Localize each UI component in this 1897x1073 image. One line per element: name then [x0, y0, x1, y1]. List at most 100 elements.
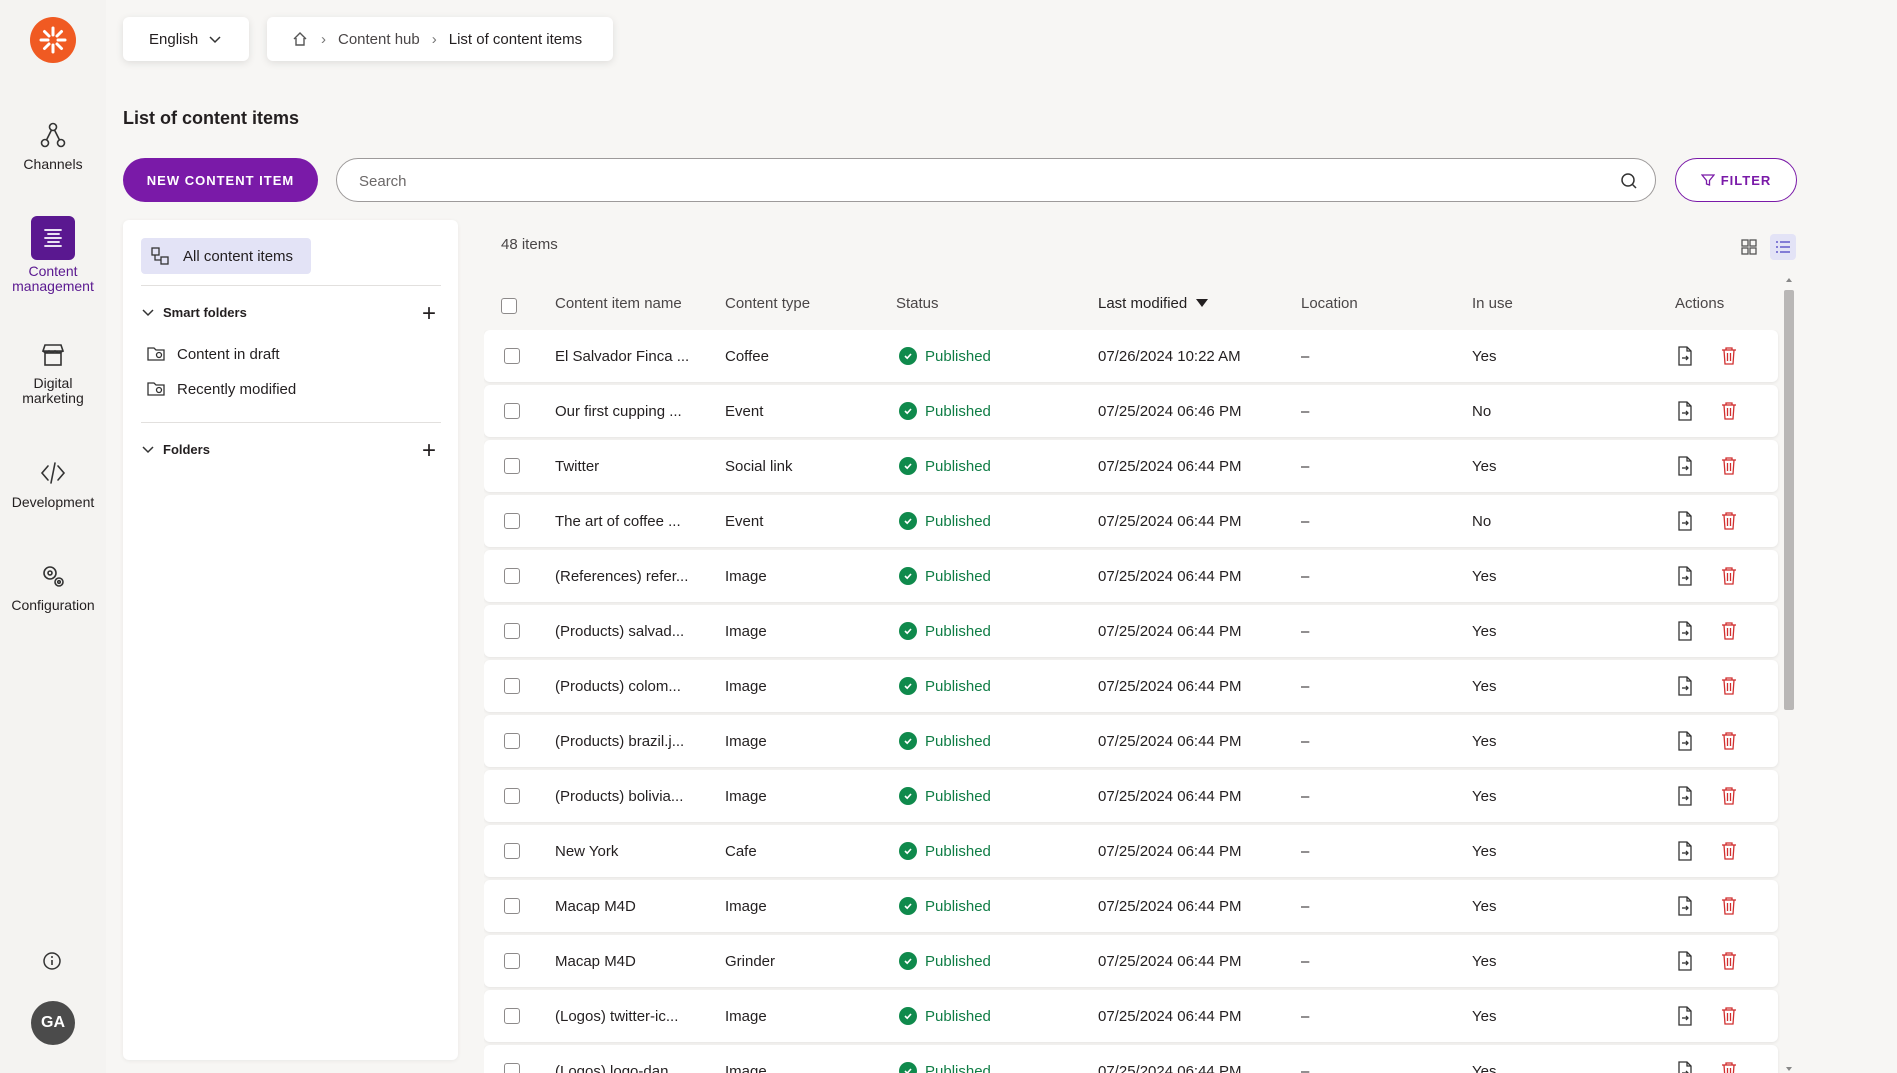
- delete-button[interactable]: [1721, 770, 1737, 822]
- nav-item-digital-marketing[interactable]: Digital marketing: [0, 340, 106, 406]
- table-row[interactable]: (Products) bolivia... Image Published 07…: [484, 770, 1778, 822]
- column-header-in-use[interactable]: In use: [1472, 290, 1513, 316]
- add-smart-folder-button[interactable]: +: [422, 302, 436, 326]
- select-all-checkbox[interactable]: [501, 293, 517, 319]
- table-row[interactable]: Twitter Social link Published 07/25/2024…: [484, 440, 1778, 492]
- all-content-items[interactable]: All content items: [141, 238, 311, 274]
- search-icon[interactable]: [1619, 171, 1639, 191]
- breadcrumb-content-hub[interactable]: Content hub: [338, 31, 420, 48]
- column-header-location[interactable]: Location: [1301, 290, 1358, 316]
- delete-button[interactable]: [1721, 935, 1737, 987]
- row-checkbox[interactable]: [504, 825, 520, 877]
- table-row[interactable]: (Logos) twitter-ic... Image Published 07…: [484, 990, 1778, 1042]
- language-selector[interactable]: English: [123, 17, 249, 61]
- scrollbar-thumb[interactable]: [1784, 290, 1794, 710]
- scroll-up-icon[interactable]: [1784, 276, 1794, 284]
- table-row[interactable]: (Logos) logo-dan... Image Published 07/2…: [484, 1045, 1778, 1073]
- scroll-down-icon[interactable]: [1784, 1065, 1794, 1073]
- table-row[interactable]: (Products) brazil.j... Image Published 0…: [484, 715, 1778, 767]
- item-name[interactable]: (Products) salvad...: [555, 605, 684, 657]
- table-scrollbar[interactable]: [1784, 276, 1794, 1073]
- row-checkbox[interactable]: [504, 605, 520, 657]
- add-folder-button[interactable]: +: [422, 439, 436, 463]
- view-usage-button[interactable]: [1676, 825, 1694, 877]
- list-view-button[interactable]: [1770, 234, 1796, 260]
- column-header-type[interactable]: Content type: [725, 290, 810, 316]
- delete-button[interactable]: [1721, 330, 1737, 382]
- item-name[interactable]: Macap M4D: [555, 880, 636, 932]
- row-checkbox[interactable]: [504, 550, 520, 602]
- nav-item-configuration[interactable]: Configuration: [0, 561, 106, 613]
- view-usage-button[interactable]: [1676, 385, 1694, 437]
- smart-folder-recently-modified[interactable]: Recently modified: [147, 380, 296, 398]
- item-name[interactable]: Macap M4D: [555, 935, 636, 987]
- view-usage-button[interactable]: [1676, 935, 1694, 987]
- nav-item-content-management[interactable]: Content management: [0, 216, 106, 294]
- item-name[interactable]: New York: [555, 825, 618, 877]
- table-row[interactable]: The art of coffee ... Event Published 07…: [484, 495, 1778, 547]
- item-name[interactable]: Our first cupping ...: [555, 385, 682, 437]
- view-usage-button[interactable]: [1676, 880, 1694, 932]
- delete-button[interactable]: [1721, 990, 1737, 1042]
- delete-button[interactable]: [1721, 550, 1737, 602]
- row-checkbox[interactable]: [504, 440, 520, 492]
- info-button[interactable]: [41, 950, 63, 972]
- delete-button[interactable]: [1721, 715, 1737, 767]
- item-name[interactable]: El Salvador Finca ...: [555, 330, 689, 382]
- row-checkbox[interactable]: [504, 495, 520, 547]
- table-row[interactable]: El Salvador Finca ... Coffee Published 0…: [484, 330, 1778, 382]
- table-row[interactable]: Our first cupping ... Event Published 07…: [484, 385, 1778, 437]
- delete-button[interactable]: [1721, 605, 1737, 657]
- item-name[interactable]: (References) refer...: [555, 550, 688, 602]
- item-name[interactable]: (Products) brazil.j...: [555, 715, 684, 767]
- user-avatar[interactable]: GA: [31, 1001, 75, 1045]
- new-content-item-button[interactable]: NEW CONTENT ITEM: [123, 158, 318, 202]
- delete-button[interactable]: [1721, 660, 1737, 712]
- grid-view-button[interactable]: [1736, 234, 1762, 260]
- item-name[interactable]: (Logos) logo-dan...: [555, 1045, 681, 1073]
- search-input[interactable]: [357, 159, 1601, 203]
- view-usage-button[interactable]: [1676, 660, 1694, 712]
- delete-button[interactable]: [1721, 440, 1737, 492]
- row-checkbox[interactable]: [504, 385, 520, 437]
- column-header-name[interactable]: Content item name: [555, 290, 682, 316]
- item-name[interactable]: The art of coffee ...: [555, 495, 681, 547]
- view-usage-button[interactable]: [1676, 495, 1694, 547]
- delete-button[interactable]: [1721, 880, 1737, 932]
- filter-button[interactable]: FILTER: [1675, 158, 1797, 202]
- smart-folder-content-in-draft[interactable]: Content in draft: [147, 345, 280, 363]
- row-checkbox[interactable]: [504, 935, 520, 987]
- item-name[interactable]: (Products) bolivia...: [555, 770, 683, 822]
- nav-item-channels[interactable]: Channels: [0, 120, 106, 172]
- delete-button[interactable]: [1721, 1045, 1737, 1073]
- table-row[interactable]: Macap M4D Grinder Published 07/25/2024 0…: [484, 935, 1778, 987]
- view-usage-button[interactable]: [1676, 605, 1694, 657]
- view-usage-button[interactable]: [1676, 550, 1694, 602]
- view-usage-button[interactable]: [1676, 715, 1694, 767]
- home-icon[interactable]: [291, 30, 309, 48]
- view-usage-button[interactable]: [1676, 1045, 1694, 1073]
- item-name[interactable]: Twitter: [555, 440, 599, 492]
- delete-button[interactable]: [1721, 385, 1737, 437]
- view-usage-button[interactable]: [1676, 990, 1694, 1042]
- row-checkbox[interactable]: [504, 880, 520, 932]
- row-checkbox[interactable]: [504, 330, 520, 382]
- row-checkbox[interactable]: [504, 660, 520, 712]
- nav-item-development[interactable]: Development: [0, 458, 106, 510]
- row-checkbox[interactable]: [504, 770, 520, 822]
- view-usage-button[interactable]: [1676, 770, 1694, 822]
- item-name[interactable]: (Products) colom...: [555, 660, 681, 712]
- table-row[interactable]: (References) refer... Image Published 07…: [484, 550, 1778, 602]
- app-logo[interactable]: [30, 17, 76, 63]
- table-row[interactable]: New York Cafe Published 07/25/2024 06:44…: [484, 825, 1778, 877]
- table-row[interactable]: (Products) colom... Image Published 07/2…: [484, 660, 1778, 712]
- column-header-last-modified[interactable]: Last modified: [1098, 290, 1209, 316]
- row-checkbox[interactable]: [504, 1045, 520, 1073]
- folders-toggle[interactable]: Folders: [141, 439, 210, 459]
- view-usage-button[interactable]: [1676, 440, 1694, 492]
- view-usage-button[interactable]: [1676, 330, 1694, 382]
- table-row[interactable]: Macap M4D Image Published 07/25/2024 06:…: [484, 880, 1778, 932]
- item-name[interactable]: (Logos) twitter-ic...: [555, 990, 678, 1042]
- row-checkbox[interactable]: [504, 715, 520, 767]
- column-header-status[interactable]: Status: [896, 290, 939, 316]
